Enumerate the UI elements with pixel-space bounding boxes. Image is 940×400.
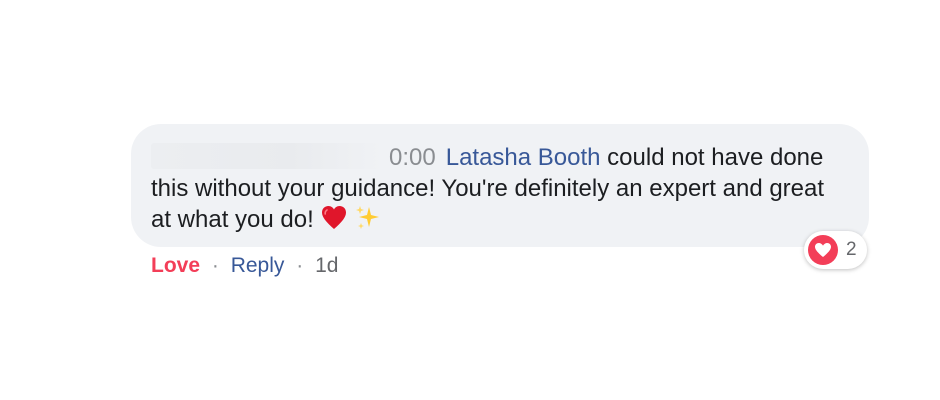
author-name-link[interactable]: Latasha Booth — [446, 144, 601, 171]
reaction-count-button[interactable]: 2 — [804, 231, 867, 269]
comment-time-ago[interactable]: 1d — [315, 254, 338, 277]
comment-body: 0:00 Latasha Booth could not have done th… — [151, 142, 849, 235]
comment-timestamp: 0:00 — [389, 144, 436, 171]
sparkles-icon — [356, 206, 380, 229]
separator: · — [211, 254, 219, 277]
love-button[interactable]: Love — [151, 254, 200, 277]
reaction-count: 2 — [846, 239, 857, 260]
comment-actions: Love · Reply · 1d — [151, 252, 338, 280]
red-heart-icon — [322, 206, 347, 229]
comment-bubble: 0:00 Latasha Booth could not have done th… — [131, 124, 869, 247]
separator: · — [296, 254, 304, 277]
reply-button[interactable]: Reply — [231, 254, 285, 277]
heart-icon — [808, 235, 838, 265]
redacted-region — [151, 143, 383, 169]
